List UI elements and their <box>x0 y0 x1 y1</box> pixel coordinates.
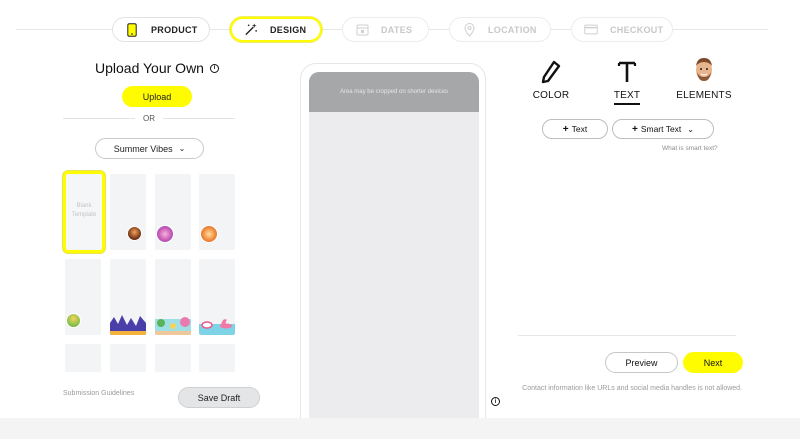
step-checkout[interactable]: CHECKOUT <box>571 17 673 42</box>
chevron-down-icon: ⌄ <box>687 124 694 134</box>
progress-stepper: PRODUCT DESIGN DATES LOCATION CHECKOUT <box>0 0 800 58</box>
phone-icon <box>125 22 139 37</box>
template-tile[interactable] <box>199 259 235 335</box>
magic-wand-icon <box>244 23 258 37</box>
template-tile[interactable] <box>65 344 101 372</box>
theme-dropdown[interactable]: Summer Vibes ⌄ <box>95 138 204 159</box>
credit-card-icon <box>584 23 598 37</box>
step-dates[interactable]: DATES <box>342 17 429 42</box>
tab-label: TEXT <box>613 90 641 105</box>
preview-button[interactable]: Preview <box>605 352 678 373</box>
crop-edge-top <box>309 112 479 116</box>
tab-elements[interactable]: ELEMENTS <box>676 56 732 101</box>
upload-title: Upload Your Own i <box>95 60 219 76</box>
bitmoji-icon <box>693 56 715 84</box>
or-label: OR <box>143 113 155 123</box>
text-icon <box>617 56 637 84</box>
template-tile[interactable] <box>155 344 191 372</box>
template-blank[interactable]: Blank Template <box>63 171 105 253</box>
phone-preview: Area may be cropped on shorter devices <box>300 63 486 439</box>
plus-icon: + <box>631 123 638 135</box>
step-label: DATES <box>381 24 413 35</box>
flowers-badge-icon <box>156 225 174 243</box>
upload-title-text: Upload Your Own <box>95 60 204 76</box>
smart-text-label: Smart Text <box>640 124 682 134</box>
sunset-badge-icon <box>127 226 142 241</box>
template-tile[interactable] <box>199 344 235 372</box>
tab-color[interactable]: COLOR <box>530 56 572 101</box>
step-label: PRODUCT <box>151 24 198 35</box>
template-tile[interactable] <box>110 174 146 250</box>
footer-bar <box>0 418 800 439</box>
crop-area-top: Area may be cropped on shorter devices <box>309 72 479 112</box>
info-icon[interactable]: i <box>209 63 219 73</box>
or-divider: OR <box>63 112 235 124</box>
pool-floats-scene-icon <box>199 311 235 335</box>
step-label: DESIGN <box>270 24 307 35</box>
template-tile[interactable] <box>199 174 235 250</box>
next-button[interactable]: Next <box>683 352 743 373</box>
crop-note: Area may be cropped on shorter devices <box>339 89 449 95</box>
template-tile[interactable] <box>155 174 191 250</box>
field-badge-icon <box>66 313 81 328</box>
pen-icon <box>541 56 561 84</box>
template-tile[interactable] <box>155 259 191 335</box>
mountains-scene-icon <box>110 311 146 335</box>
plus-icon: + <box>562 123 569 135</box>
tab-label: ELEMENTS <box>676 90 732 101</box>
info-icon[interactable]: i <box>491 397 500 406</box>
preview-canvas[interactable]: Area may be cropped on shorter devices <box>309 72 479 439</box>
divider <box>518 335 736 336</box>
add-text-label: Text <box>571 124 588 134</box>
template-tile[interactable] <box>110 259 146 335</box>
tab-text[interactable]: TEXT <box>610 56 644 105</box>
divider-line <box>163 117 235 119</box>
theme-selected: Summer Vibes <box>113 143 173 154</box>
divider-line <box>63 117 135 119</box>
smart-text-help-link[interactable]: What is smart text? <box>662 145 718 152</box>
contact-info-note: Contact information like URLs and social… <box>522 385 742 392</box>
template-tile[interactable] <box>110 344 146 372</box>
blank-template-label: Blank Template <box>71 203 97 218</box>
sun-badge-icon <box>200 225 218 243</box>
submission-guidelines-link[interactable]: Submission Guidelines <box>63 390 134 397</box>
tab-label: COLOR <box>532 90 570 101</box>
add-text-button[interactable]: + Text <box>542 119 608 139</box>
smart-text-dropdown[interactable]: + Smart Text ⌄ <box>612 119 714 139</box>
location-pin-icon <box>462 22 476 37</box>
upload-button[interactable]: Upload <box>122 86 192 107</box>
chevron-down-icon: ⌄ <box>178 144 186 153</box>
calendar-icon <box>355 23 369 37</box>
step-product[interactable]: PRODUCT <box>112 17 210 42</box>
step-label: CHECKOUT <box>610 24 664 35</box>
beach-scene-icon <box>155 311 191 335</box>
step-label: LOCATION <box>488 24 537 35</box>
template-tile[interactable] <box>65 259 101 335</box>
step-location[interactable]: LOCATION <box>449 17 551 42</box>
step-design[interactable]: DESIGN <box>230 17 322 42</box>
save-draft-button[interactable]: Save Draft <box>178 387 260 408</box>
